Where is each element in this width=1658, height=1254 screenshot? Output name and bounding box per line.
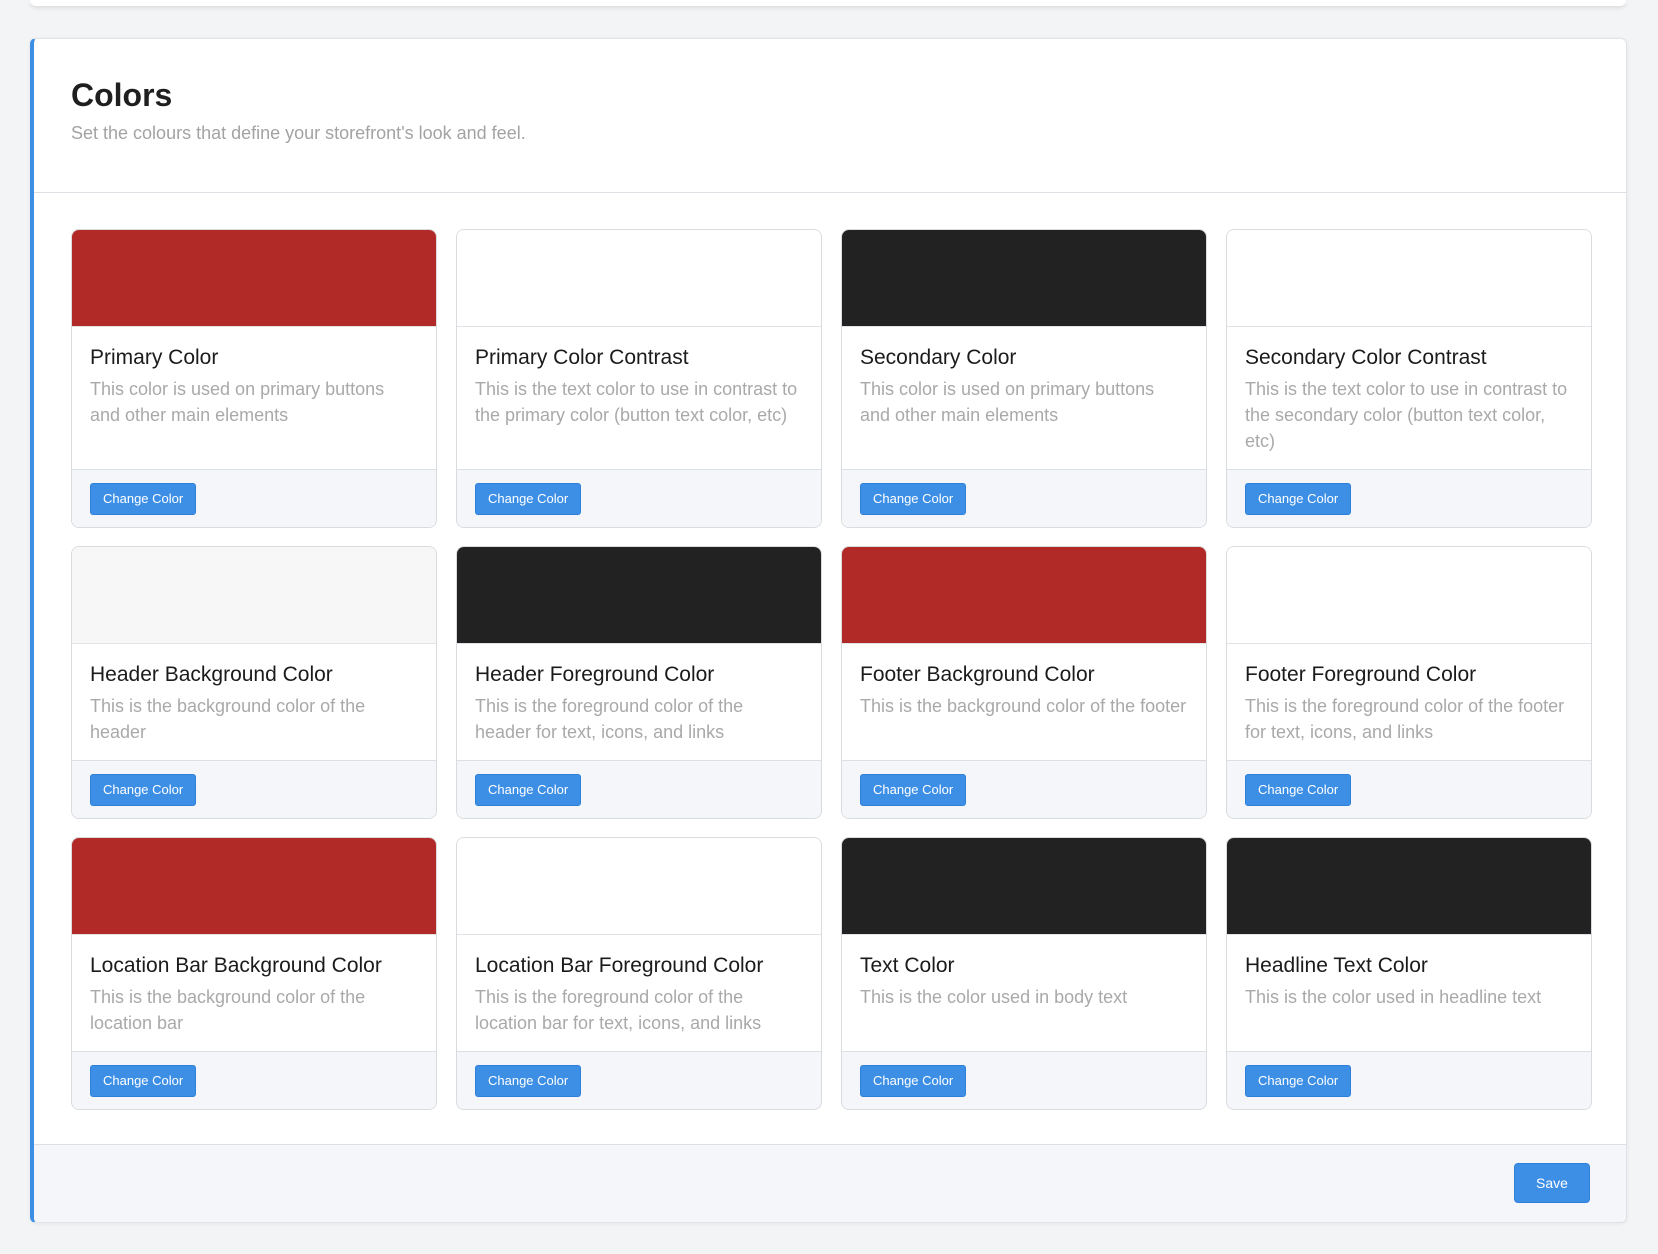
card-footer: Change Color [842, 760, 1206, 818]
card-body: Text Color This is the color used in bod… [842, 935, 1206, 1051]
card-body: Header Foreground Color This is the fore… [457, 644, 821, 760]
color-swatch [842, 838, 1206, 935]
card-description: This is the text color to use in contras… [1245, 379, 1568, 451]
card-footer: Change Color [1227, 760, 1591, 818]
card-description: This is the background color of the head… [90, 696, 366, 742]
card-body: Footer Background Color This is the back… [842, 644, 1206, 760]
card-description: This is the background color of the foot… [860, 696, 1187, 716]
color-card: Headline Text Color This is the color us… [1226, 837, 1592, 1110]
card-footer: Change Color [72, 760, 436, 818]
card-title: Headline Text Color [1245, 954, 1428, 977]
card-body: Headline Text Color This is the color us… [1227, 935, 1591, 1051]
card-footer: Change Color [457, 1051, 821, 1109]
card-body: Secondary Color Contrast This is the tex… [1227, 327, 1591, 469]
color-swatch [842, 230, 1206, 327]
color-card-grid: Primary Color This color is used on prim… [71, 229, 1595, 1110]
card-body: Location Bar Background Color This is th… [72, 935, 436, 1051]
color-card: Header Foreground Color This is the fore… [456, 546, 822, 819]
card-title: Secondary Color Contrast [1245, 346, 1487, 369]
card-body: Location Bar Foreground Color This is th… [457, 935, 821, 1051]
change-color-button[interactable]: Change Color [860, 1065, 967, 1097]
change-color-button[interactable]: Change Color [860, 774, 967, 806]
color-swatch [457, 838, 821, 935]
color-swatch [1227, 230, 1591, 327]
color-swatch [72, 547, 436, 644]
color-card: Location Bar Background Color This is th… [71, 837, 437, 1110]
card-footer: Change Color [842, 469, 1206, 527]
save-button[interactable]: Save [1514, 1163, 1590, 1203]
change-color-button[interactable]: Change Color [90, 483, 197, 515]
card-description: This color is used on primary buttons an… [90, 379, 385, 425]
card-title: Secondary Color [860, 346, 1017, 369]
change-color-button[interactable]: Change Color [1245, 483, 1352, 515]
card-body: Header Background Color This is the back… [72, 644, 436, 760]
change-color-button[interactable]: Change Color [475, 483, 582, 515]
change-color-button[interactable]: Change Color [475, 1065, 582, 1097]
color-swatch [457, 547, 821, 644]
color-card: Primary Color This color is used on prim… [71, 229, 437, 528]
card-body: Primary Color Contrast This is the text … [457, 327, 821, 469]
card-description: This is the text color to use in contras… [475, 379, 798, 425]
color-swatch [72, 838, 436, 935]
panel-header: Colors Set the colours that define your … [34, 39, 1626, 193]
color-card: Secondary Color Contrast This is the tex… [1226, 229, 1592, 528]
color-card: Secondary Color This color is used on pr… [841, 229, 1207, 528]
card-title: Location Bar Background Color [90, 954, 382, 977]
card-title: Text Color [860, 954, 955, 977]
card-description: This is the foreground color of the foot… [1245, 696, 1565, 742]
color-card: Location Bar Foreground Color This is th… [456, 837, 822, 1110]
change-color-button[interactable]: Change Color [90, 774, 197, 806]
change-color-button[interactable]: Change Color [1245, 774, 1352, 806]
card-footer: Change Color [72, 469, 436, 527]
card-title: Primary Color [90, 346, 219, 369]
change-color-button[interactable]: Change Color [860, 483, 967, 515]
color-card: Header Background Color This is the back… [71, 546, 437, 819]
page-subtitle: Set the colours that define your storefr… [71, 123, 526, 143]
card-body: Secondary Color This color is used on pr… [842, 327, 1206, 469]
card-description: This is the color used in headline text [1245, 987, 1542, 1007]
card-title: Location Bar Foreground Color [475, 954, 764, 977]
color-card: Text Color This is the color used in bod… [841, 837, 1207, 1110]
panel-footer: Save [34, 1144, 1626, 1222]
card-body: Primary Color This color is used on prim… [72, 327, 436, 469]
card-description: This is the foreground color of the head… [475, 696, 744, 742]
card-title: Header Foreground Color [475, 663, 715, 686]
card-description: This is the foreground color of the loca… [475, 987, 762, 1033]
color-card: Footer Foreground Color This is the fore… [1226, 546, 1592, 819]
change-color-button[interactable]: Change Color [1245, 1065, 1352, 1097]
card-description: This is the color used in body text [860, 987, 1128, 1007]
card-title: Primary Color Contrast [475, 346, 689, 369]
card-title: Header Background Color [90, 663, 333, 686]
card-body: Footer Foreground Color This is the fore… [1227, 644, 1591, 760]
card-description: This is the background color of the loca… [90, 987, 366, 1033]
card-footer: Change Color [457, 469, 821, 527]
card-footer: Change Color [72, 1051, 436, 1109]
previous-panel-edge [30, 0, 1626, 6]
card-footer: Change Color [1227, 469, 1591, 527]
color-swatch [457, 230, 821, 327]
card-footer: Change Color [842, 1051, 1206, 1109]
color-swatch [1227, 547, 1591, 644]
color-card: Footer Background Color This is the back… [841, 546, 1207, 819]
color-swatch [1227, 838, 1591, 935]
change-color-button[interactable]: Change Color [475, 774, 582, 806]
page-title: Colors [71, 77, 173, 113]
card-footer: Change Color [457, 760, 821, 818]
card-footer: Change Color [1227, 1051, 1591, 1109]
colors-panel: Colors Set the colours that define your … [30, 38, 1627, 1223]
card-title: Footer Background Color [860, 663, 1095, 686]
color-swatch [72, 230, 436, 327]
color-card: Primary Color Contrast This is the text … [456, 229, 822, 528]
color-swatch [842, 547, 1206, 644]
card-description: This color is used on primary buttons an… [860, 379, 1155, 425]
card-title: Footer Foreground Color [1245, 663, 1477, 686]
change-color-button[interactable]: Change Color [90, 1065, 197, 1097]
